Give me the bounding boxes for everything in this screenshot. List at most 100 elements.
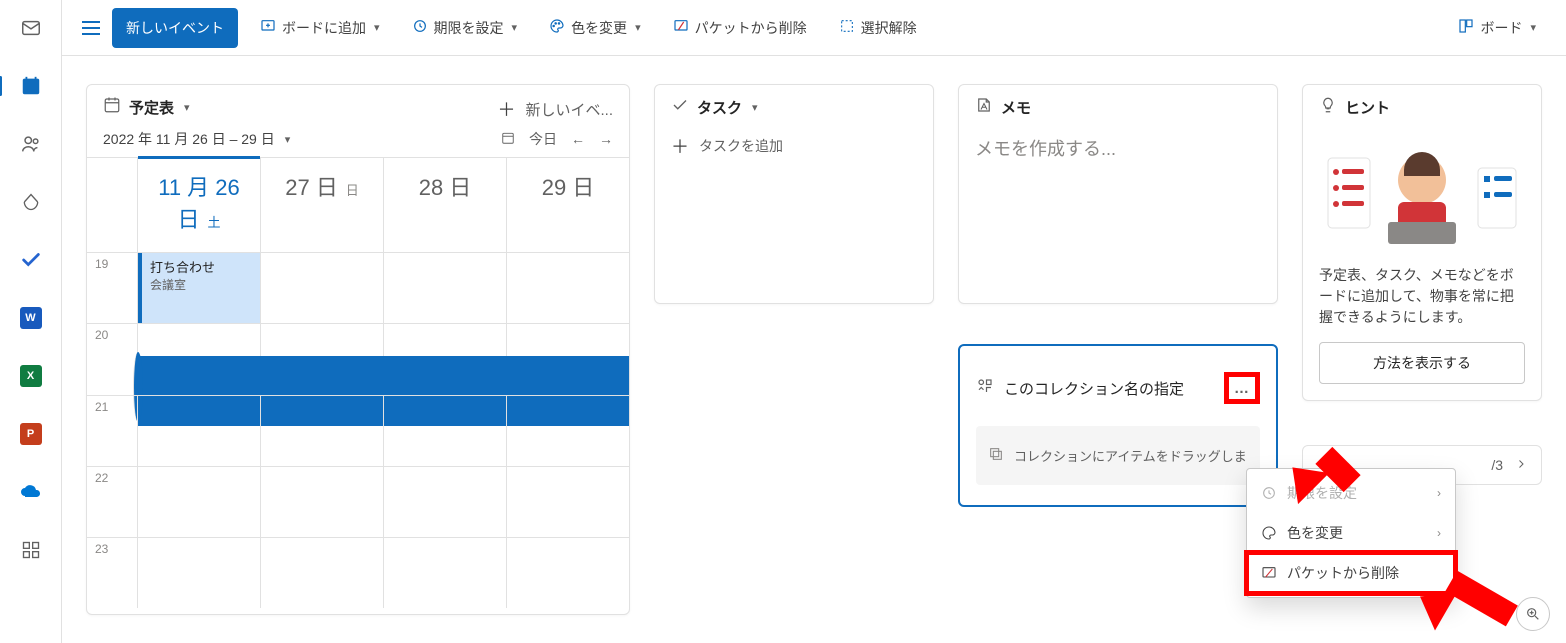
more-icon: … [1234, 380, 1250, 397]
hour-label: 19 [87, 253, 137, 323]
board-view-label: ボード [1480, 18, 1522, 38]
calendar-new-event-button[interactable]: ＋ 新しいイベ... [497, 92, 613, 122]
task-check-icon [671, 96, 689, 118]
rail-todo[interactable] [17, 246, 45, 274]
memo-card-header[interactable]: メモ [959, 85, 1277, 129]
set-due-button[interactable]: 期限を設定 ▾ [402, 12, 528, 44]
calendar-hour-row: 19 打ち合わせ 会議室 [87, 252, 629, 323]
chevron-down-icon: ▾ [512, 21, 518, 34]
nav-prev-button[interactable]: ← [571, 131, 585, 147]
set-due-label: 期限を設定 [434, 18, 504, 38]
change-color-label: 色を変更 [571, 18, 627, 38]
calendar-range[interactable]: 2022 年 11 月 26 日 – 29 日 ▾ [103, 129, 290, 149]
collection-drop-icon [988, 446, 1004, 465]
calendar-card-header[interactable]: 予定表 ▾ ＋ 新しいイベ... [87, 85, 629, 129]
plus-icon: ＋ [497, 96, 515, 122]
day-header[interactable]: 11 月 26 日 土 [137, 158, 260, 252]
add-task-button[interactable]: ＋ タスクを追加 [671, 129, 917, 159]
chevron-right-icon: › [1437, 486, 1441, 500]
tasks-card: タスク ▾ ＋ タスクを追加 [654, 84, 934, 304]
chevron-down-icon: ▾ [752, 101, 758, 114]
collection-drop-area[interactable]: コレクションにアイテムをドラッグしま [976, 426, 1260, 485]
chevron-down-icon: ▾ [285, 133, 291, 146]
calendar-title: 予定表 [129, 97, 174, 118]
calendar-icon [103, 96, 121, 118]
remove-from-bucket-button[interactable]: パケットから削除 [663, 12, 817, 44]
deselect-label: 選択解除 [861, 18, 917, 38]
hint-card-header: ヒント [1303, 85, 1541, 129]
today-button[interactable]: 今日 [529, 129, 557, 149]
deselect-button[interactable]: 選択解除 [829, 12, 927, 44]
pager-next-icon[interactable] [1515, 457, 1527, 473]
calendar-new-event-label: 新しいイベ... [525, 99, 613, 120]
calendar-hour-row: 23 [87, 537, 629, 608]
collection-drop-text: コレクションにアイテムをドラッグしま [1014, 446, 1247, 465]
rail-onedrive[interactable] [17, 478, 45, 506]
annotation-arrow [1418, 582, 1518, 626]
zoom-button[interactable] [1516, 597, 1550, 631]
day-header[interactable]: 28 日 [383, 158, 506, 252]
annotation-arrow [1288, 456, 1358, 500]
tasks-card-header[interactable]: タスク ▾ [655, 85, 933, 129]
palette-icon [549, 18, 565, 37]
collection-more-button[interactable]: … [1224, 372, 1260, 404]
chevron-down-icon: ▾ [374, 21, 380, 34]
bucket-remove-icon [673, 18, 689, 37]
collection-icon [976, 377, 994, 399]
plus-icon: ＋ [671, 133, 689, 159]
hint-body-text: 予定表、タスク、メモなどをボードに追加して、物事を常に把握できるようにします。 [1303, 265, 1541, 342]
memo-icon [975, 96, 993, 118]
calendar-week-header: 11 月 26 日 土 27 日 日 28 日 29 日 [87, 157, 629, 252]
rail-word[interactable]: W [17, 304, 45, 332]
day-header[interactable]: 29 日 [506, 158, 629, 252]
add-to-board-button[interactable]: ボードに追加 ▾ [250, 12, 390, 44]
board-add-icon [260, 18, 276, 37]
chevron-right-icon: › [1437, 526, 1441, 540]
app-rail: W X P [0, 0, 62, 643]
collection-card[interactable]: このコレクション名の指定 … コレクションにアイテムをドラッグしま [958, 344, 1278, 507]
rail-files[interactable] [17, 188, 45, 216]
memo-card: メモ メモを作成する... [958, 84, 1278, 304]
hint-cta-button[interactable]: 方法を表示する [1319, 342, 1525, 384]
hour-label: 23 [87, 538, 137, 608]
tasks-title: タスク [697, 97, 742, 118]
change-color-button[interactable]: 色を変更 ▾ [539, 12, 651, 44]
rail-people[interactable] [17, 130, 45, 158]
calendar-event[interactable]: 打ち合わせ 会議室 [138, 253, 260, 323]
day-number: 28 日 [419, 175, 472, 200]
ctx-change-color-label: 色を変更 [1287, 523, 1343, 543]
calendar-hour-row: 22 [87, 466, 629, 537]
chevron-down-icon: ▾ [184, 101, 190, 114]
rail-more-apps[interactable] [17, 536, 45, 564]
hour-label: 20 [87, 324, 137, 395]
rail-excel[interactable]: X [17, 362, 45, 390]
jump-today-icon[interactable] [501, 131, 515, 148]
rail-mail[interactable] [17, 14, 45, 42]
hour-label: 22 [87, 467, 137, 537]
remove-from-bucket-label: パケットから削除 [695, 18, 807, 38]
event-title: 打ち合わせ [150, 257, 252, 276]
memo-input[interactable]: メモを作成する... [975, 129, 1261, 161]
hint-illustration [1319, 135, 1525, 255]
day-number: 27 日 [285, 175, 338, 200]
ctx-change-color[interactable]: 色を変更 › [1247, 513, 1455, 553]
hint-title: ヒント [1345, 97, 1390, 118]
new-event-button[interactable]: 新しいイベント [112, 8, 238, 48]
hour-label: 21 [87, 396, 137, 466]
calendar-hour-row: 20 [87, 323, 629, 395]
board-view-button[interactable]: ボード ▾ [1448, 12, 1546, 44]
rail-powerpoint[interactable]: P [17, 420, 45, 448]
calendar-hour-row: 21 [87, 395, 629, 466]
day-of-week: 土 [207, 215, 220, 230]
hamburger-icon[interactable] [82, 21, 100, 35]
rail-calendar[interactable] [17, 72, 45, 100]
deselect-icon [839, 18, 855, 37]
collection-title: このコレクション名の指定 [1004, 378, 1184, 399]
day-number: 11 月 26 日 [158, 175, 240, 232]
day-header[interactable]: 27 日 日 [260, 158, 383, 252]
calendar-range-text: 2022 年 11 月 26 日 – 29 日 [103, 129, 275, 149]
nav-next-button[interactable]: → [599, 131, 613, 147]
hint-card: ヒント 予定表、タスク、メモなどをボードに追加して、物事を常に把握で [1302, 84, 1542, 401]
day-number: 29 日 [542, 175, 595, 200]
memo-title: メモ [1001, 97, 1031, 118]
